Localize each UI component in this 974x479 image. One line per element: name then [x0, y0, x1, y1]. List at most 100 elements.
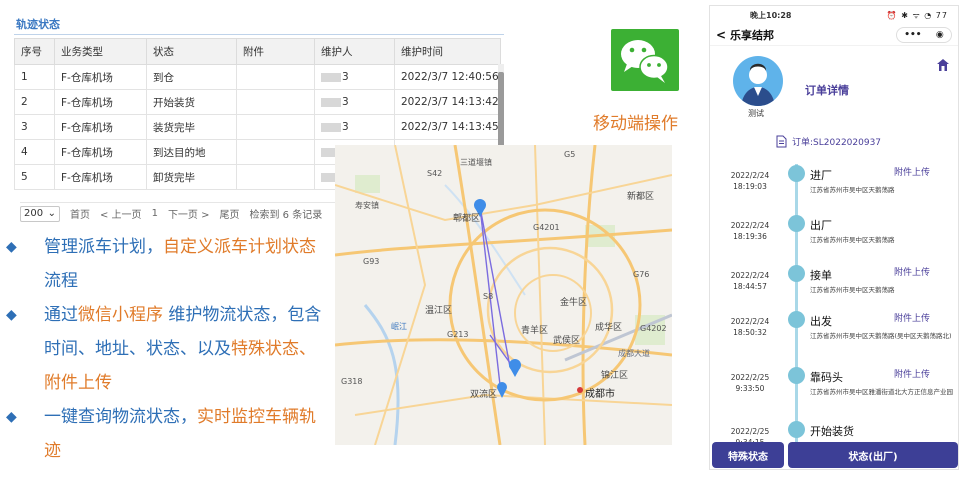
- map-canvas: [335, 145, 672, 445]
- vehicle-track-map[interactable]: 三道堰镇 新都区 寿安镇 郫都区 金牛区 温江区 成华区 青羊区 武侯区 锦江区…: [335, 145, 672, 445]
- feature-bullets: ◆ 管理派车计划，自定义派车计划状态流程 ◆ 通过微信小程序 维护物流状态，包含…: [6, 230, 326, 468]
- maintain-time: 2022/3/7 14:13:42: [394, 89, 501, 115]
- bullet-text: 流程: [44, 271, 78, 291]
- bullet-text: 管理派车计划，: [44, 237, 163, 257]
- mobile-operation-label: 移动端操作: [593, 114, 678, 134]
- column-header: 状态: [146, 38, 237, 65]
- status-icons: ⏰ ✱ ᯤ ◔ 77: [886, 10, 948, 20]
- track-panel-title: 轨迹状态: [16, 18, 60, 31]
- timeline-item: 2022/2/25 9:33:50 靠码头 附件上传 江苏省苏州市吴中区雅潘街道北…: [710, 358, 958, 414]
- special-status-button[interactable]: 特殊状态: [712, 442, 784, 468]
- road-shield: G5: [564, 150, 576, 159]
- timeline-date: 2022/2/24: [730, 221, 770, 230]
- home-icon[interactable]: [936, 58, 950, 72]
- order-number: 订单:SL2022020937: [792, 138, 882, 148]
- avatar-name: 测试: [748, 109, 764, 118]
- timeline-address: 江苏省苏州市吴中区天鹅荡路: [810, 186, 895, 194]
- status-exit-button[interactable]: 状态(出厂): [788, 442, 958, 468]
- timeline-date: 2022/2/25: [730, 373, 770, 382]
- table-row[interactable]: 3 F-仓库机场 装货完毕 3 2022/3/7 14:13:45: [14, 114, 501, 140]
- business-type: F-仓库机场: [54, 114, 147, 140]
- timeline-date: 2022/2/24: [730, 271, 770, 280]
- maintainer-name: 3: [342, 96, 349, 108]
- attachment-upload-link[interactable]: 附件上传: [894, 311, 930, 324]
- timeline-time: 18:50:32: [733, 328, 767, 337]
- order-detail-title: 订单详情: [805, 84, 849, 97]
- row-index: 3: [14, 114, 55, 140]
- maintainer-cell: 3: [314, 114, 395, 140]
- row-index: 5: [14, 164, 55, 190]
- status-cell: 装货完毕: [146, 114, 237, 140]
- first-page-link[interactable]: 首页: [70, 206, 90, 221]
- timeline-dot: [788, 265, 805, 282]
- status-cell: 到仓: [146, 64, 237, 90]
- map-place-label: 青羊区: [521, 326, 549, 336]
- map-place-label: 郫都区: [453, 214, 481, 224]
- timeline-item: 2022/2/24 18:19:36 出厂 江苏省苏州市吴中区天鹅荡路: [710, 206, 958, 262]
- timeline-dot: [788, 421, 805, 438]
- feature-bullet: ◆ 管理派车计划，自定义派车计划状态流程: [6, 230, 326, 298]
- road-shield: G318: [341, 377, 363, 386]
- close-icon[interactable]: ◉: [936, 30, 944, 40]
- attachment-upload-link[interactable]: 附件上传: [894, 367, 930, 380]
- attachment-upload-link[interactable]: 附件上传: [894, 265, 930, 278]
- table-row[interactable]: 2 F-仓库机场 开始装货 3 2022/3/7 14:13:42: [14, 89, 501, 115]
- column-header: 附件: [236, 38, 315, 65]
- row-index: 4: [14, 139, 55, 165]
- redacted-block: [321, 97, 341, 107]
- attachment-cell[interactable]: [236, 64, 315, 90]
- last-page-link[interactable]: 尾页: [220, 206, 240, 221]
- status-cell: 卸货完毕: [146, 164, 237, 190]
- timeline-time: 9:33:50: [735, 384, 765, 393]
- bullet-text: 通过: [44, 305, 78, 325]
- avatar: [733, 56, 783, 106]
- page-size-select[interactable]: 200 ⌄: [20, 205, 60, 222]
- menu-capsule[interactable]: ••• ◉: [896, 27, 952, 43]
- redacted-block: [321, 122, 341, 132]
- timeline-datetime: 2022/2/24 18:19:36: [720, 220, 780, 242]
- attachment-upload-link[interactable]: 附件上传: [894, 165, 930, 178]
- logistics-timeline: 2022/2/24 18:19:03 进厂 附件上传 江苏省苏州市吴中区天鹅荡路 …: [710, 156, 958, 447]
- column-header: 维护时间: [394, 38, 501, 65]
- timeline-address: 江苏省苏州市吴中区天鹅荡路: [810, 236, 895, 244]
- timeline-item: 2022/2/24 18:19:03 进厂 附件上传 江苏省苏州市吴中区天鹅荡路: [710, 156, 958, 212]
- timeline-date: 2022/2/24: [730, 317, 770, 326]
- road-shield: G4201: [533, 223, 560, 232]
- chevron-down-icon: ⌄: [47, 208, 56, 219]
- attachment-cell[interactable]: [236, 114, 315, 140]
- maintainer-name: 3: [342, 71, 349, 83]
- attachment-cell[interactable]: [236, 89, 315, 115]
- feature-bullet: ◆ 通过微信小程序 维护物流状态，包含时间、地址、状态、以及特殊状态、附件上传: [6, 298, 326, 400]
- attachment-cell[interactable]: [236, 139, 315, 165]
- timeline-status: 出发: [810, 315, 832, 328]
- table-row[interactable]: 1 F-仓库机场 到仓 3 2022/3/7 12:40:56: [14, 64, 501, 90]
- timeline-status: 接单: [810, 269, 832, 282]
- title-divider: [14, 34, 504, 35]
- map-place-label: 三道堰镇: [460, 158, 492, 167]
- status-cell: 到达目的地: [146, 139, 237, 165]
- map-place-label: 武侯区: [553, 336, 581, 346]
- mini-program-nav: < 乐享结邦 ••• ◉: [710, 24, 958, 46]
- next-page-link[interactable]: 下一页 >: [168, 206, 210, 221]
- timeline-status: 出厂: [810, 219, 832, 232]
- timeline-dot: [788, 165, 805, 182]
- attachment-cell[interactable]: [236, 164, 315, 190]
- column-header: 维护人: [314, 38, 395, 65]
- maintainer-cell: 3: [314, 89, 395, 115]
- feature-bullet: ◆ 一键查询物流状态，实时监控车辆轨迹: [6, 400, 326, 468]
- business-type: F-仓库机场: [54, 164, 147, 190]
- status-time: 晚上10:28: [750, 10, 792, 20]
- nav-title: 乐享结邦: [730, 28, 774, 42]
- maintainer-cell: 3: [314, 64, 395, 90]
- road-shield: G76: [633, 270, 650, 279]
- prev-page-link[interactable]: < 上一页: [100, 206, 142, 221]
- more-icon[interactable]: •••: [904, 30, 921, 40]
- map-pin-icon[interactable]: [509, 359, 521, 377]
- road-shield: G213: [447, 330, 469, 339]
- phone-status-bar: 晚上10:28 ⏰ ✱ ᯤ ◔ 77: [710, 6, 958, 24]
- back-icon[interactable]: <: [716, 28, 730, 42]
- timeline-address: 江苏省苏州市吴中区天鹅荡路(吴中区天鹅荡路北): [810, 332, 952, 340]
- diamond-bullet-icon: ◆: [6, 307, 17, 323]
- status-cell: 开始装货: [146, 89, 237, 115]
- timeline-address: 江苏省苏州市吴中区天鹅荡路: [810, 286, 895, 294]
